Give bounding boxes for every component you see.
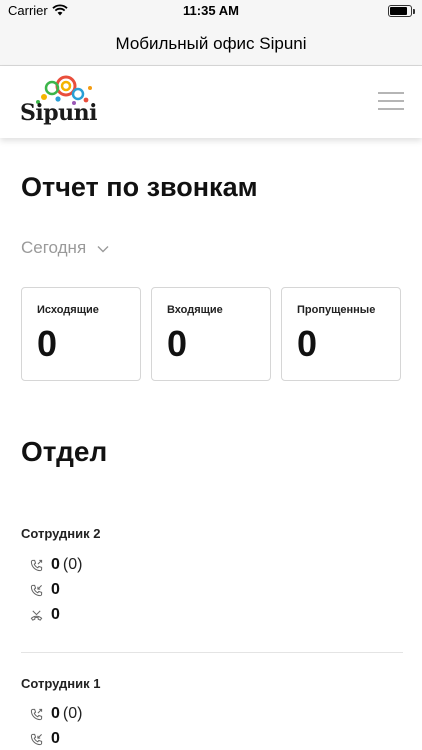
status-bar: Carrier 11:35 AM [0,0,422,22]
incoming-call-icon [30,584,43,597]
sipuni-logo[interactable]: Sipuni [20,74,97,130]
stat-text: 0 [51,581,60,599]
battery-icon [388,5,412,17]
period-dropdown[interactable]: Сегодня [21,238,109,258]
card-label: Пропущенные [297,304,376,316]
stat-text: 0 (0) [51,705,82,723]
incoming-calls-card: Входящие 0 [151,287,271,381]
clock: 11:35 AM [183,3,239,18]
outgoing-call-icon [30,559,43,572]
nav-title: Мобильный офис Sipuni [115,34,307,53]
missed-calls-card: Пропущенные 0 [281,287,401,381]
card-value: 0 [167,323,188,364]
battery-fill [390,7,407,15]
period-label: Сегодня [21,238,87,257]
logo-text: Sipuni [20,100,97,126]
card-value: 0 [37,323,58,364]
card-value: 0 [297,323,318,364]
stat-extra: (0) [62,705,83,722]
stat-text: 0 [51,730,60,748]
stat-value: 0 [51,581,60,598]
hamburger-menu-button[interactable] [378,92,404,112]
department-title: Отдел [21,436,108,467]
menu-line [378,100,404,102]
stat-value: 0 [51,705,60,722]
battery-cap [413,9,415,14]
divider [21,652,403,653]
card-label: Входящие [167,304,223,316]
chevron-down-icon [97,245,109,253]
stat-value: 0 [51,730,60,747]
employee-name: Сотрудник 2 [21,526,101,541]
stat-value: 0 [51,606,60,623]
outgoing-call-icon [30,708,43,721]
outgoing-calls-card: Исходящие 0 [21,287,141,381]
incoming-call-icon [30,733,43,746]
stat-extra: (0) [62,556,83,573]
stat-value: 0 [51,556,60,573]
card-label: Исходящие [37,304,99,316]
menu-line [378,92,404,94]
page-title: Отчет по звонкам [21,172,258,202]
stat-text: 0 [51,606,60,624]
menu-line [378,108,404,110]
employee-name: Сотрудник 1 [21,676,101,691]
stat-text: 0 (0) [51,556,82,574]
missed-call-icon [30,610,43,621]
site-header: Sipuni [0,66,422,138]
navigation-bar: Мобильный офис Sipuni [0,22,422,66]
